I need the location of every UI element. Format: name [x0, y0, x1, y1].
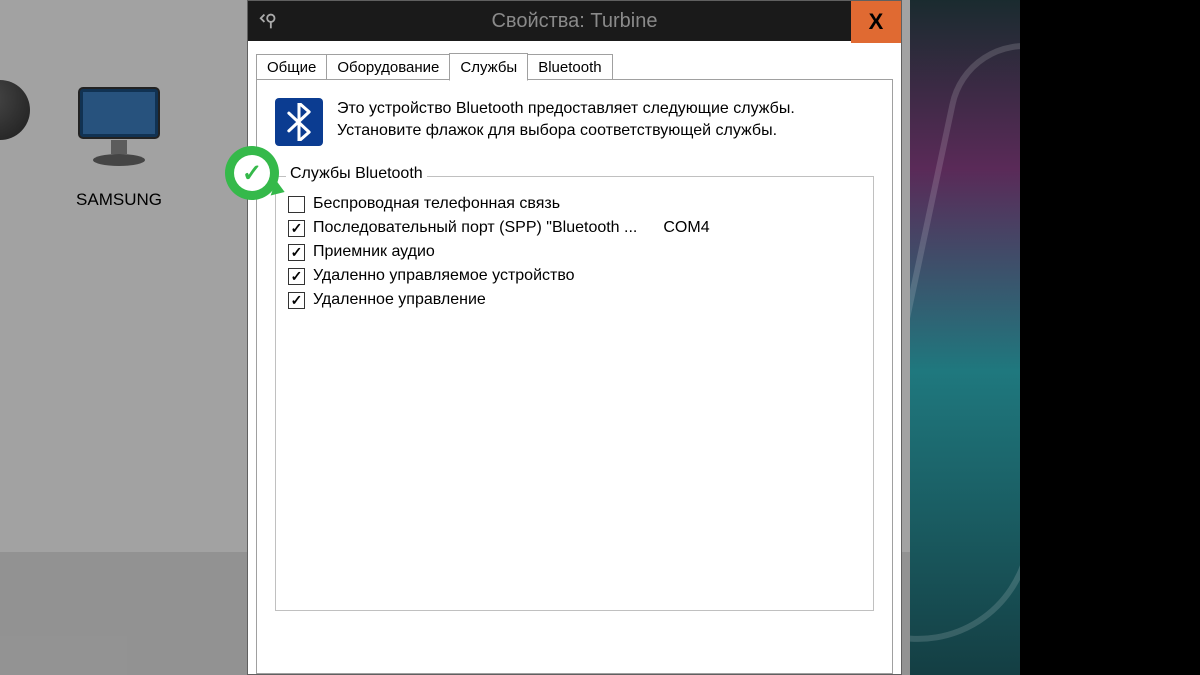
letterbox-right: [1020, 0, 1200, 675]
service-row: Удаленное управление: [288, 291, 861, 309]
service-checkbox-2[interactable]: [288, 244, 305, 261]
bluetooth-icon: [275, 98, 323, 146]
tab-container: Общие Оборудование Службы Bluetooth Это …: [248, 41, 901, 674]
close-icon: X: [869, 9, 884, 35]
service-label: Удаленное управление: [313, 291, 486, 309]
window-title: Свойства: Turbine: [248, 10, 901, 33]
service-checkbox-4[interactable]: [288, 292, 305, 309]
intro-line-2: Установите флажок для выбора соответству…: [337, 120, 795, 142]
service-label: Последовательный порт (SPP) "Bluetooth .…: [313, 219, 637, 237]
service-checkbox-0[interactable]: [288, 196, 305, 213]
service-extra: COM4: [663, 219, 709, 237]
desktop-icon-label: SAMSUNG: [54, 190, 184, 210]
intro-text: Это устройство Bluetooth предоставляет с…: [337, 98, 795, 146]
checkmark-icon: ✓: [242, 159, 262, 188]
intro-line-1: Это устройство Bluetooth предоставляет с…: [337, 98, 795, 120]
service-row: Беспроводная телефонная связь: [288, 195, 861, 213]
monitor-icon: [69, 78, 169, 178]
tab-strip: Общие Оборудование Службы Bluetooth: [256, 51, 893, 79]
tab-general[interactable]: Общие: [256, 54, 327, 80]
desktop-wallpaper-strip: [910, 0, 1020, 675]
tab-services[interactable]: Службы: [449, 53, 528, 81]
tab-hardware[interactable]: Оборудование: [326, 54, 450, 80]
groupbox-legend: Службы Bluetooth: [286, 165, 427, 183]
annotation-badge: ✓: [225, 146, 279, 200]
intro-block: Это устройство Bluetooth предоставляет с…: [275, 98, 874, 146]
service-checkbox-1[interactable]: [288, 220, 305, 237]
service-label: Удаленно управляемое устройство: [313, 267, 575, 285]
system-menu-icon[interactable]: [254, 6, 284, 36]
tab-bluetooth[interactable]: Bluetooth: [527, 54, 612, 80]
desktop-partial-icon: [0, 80, 30, 140]
service-label: Беспроводная телефонная связь: [313, 195, 560, 213]
service-row: Последовательный порт (SPP) "Bluetooth .…: [288, 219, 861, 237]
service-row: Удаленно управляемое устройство: [288, 267, 861, 285]
service-checkbox-3[interactable]: [288, 268, 305, 285]
titlebar[interactable]: Свойства: Turbine X: [248, 1, 901, 41]
service-label: Приемник аудио: [313, 243, 435, 261]
close-button[interactable]: X: [851, 1, 901, 43]
service-row: Приемник аудио: [288, 243, 861, 261]
tab-panel-services: Это устройство Bluetooth предоставляет с…: [256, 79, 893, 674]
services-groupbox: Службы Bluetooth Беспроводная телефонная…: [275, 176, 874, 611]
desktop-icon-samsung[interactable]: SAMSUNG: [54, 78, 184, 210]
properties-dialog: Свойства: Turbine X Общие Оборудование С…: [247, 0, 902, 675]
